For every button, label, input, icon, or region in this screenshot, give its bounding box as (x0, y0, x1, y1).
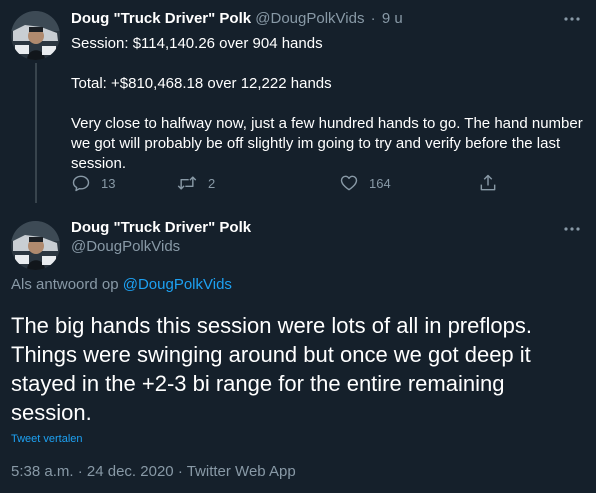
main-tweet-text: The big hands this session were lots of … (11, 313, 532, 425)
separator: · (77, 463, 83, 480)
retweet-icon (177, 176, 197, 190)
retweet-button[interactable]: 2 (176, 172, 215, 194)
like-icon (340, 175, 358, 191)
tweet-thread: Doug "Truck Driver" Polk @DougPolkVids ·… (0, 0, 596, 493)
separator: · (177, 463, 183, 480)
share-button[interactable] (478, 172, 498, 194)
handle[interactable]: @DougPolkVids (255, 10, 364, 27)
display-name[interactable]: Doug "Truck Driver" Polk (71, 218, 251, 238)
tweet-timestamp: 5:38 a.m. · 24 dec. 2020 · Twitter Web A… (11, 462, 296, 482)
translate-link[interactable]: Tweet vertalen (11, 432, 83, 446)
reply-prefix: Als antwoord op (11, 276, 119, 293)
avatar[interactable] (11, 221, 60, 270)
more-options-button[interactable] (561, 12, 583, 26)
reply-count: 13 (101, 175, 116, 191)
separator: · (370, 10, 376, 27)
like-count: 164 (369, 175, 391, 191)
share-icon (480, 174, 496, 191)
avatar[interactable] (11, 11, 60, 60)
avatar-image (11, 11, 60, 60)
tweet-actions: 13 2 164 (71, 172, 501, 194)
reply-to-link[interactable]: @DougPolkVids (123, 276, 232, 293)
update-line: Very close to halfway now, just a few hu… (71, 115, 583, 172)
more-horizontal-icon (564, 227, 580, 231)
thread-connector-line (35, 63, 37, 203)
session-line: Session: $114,140.26 over 904 hands (71, 35, 323, 52)
reply-icon (72, 175, 90, 192)
tweet-time[interactable]: 9 u (382, 10, 403, 27)
tweet-client[interactable]: Twitter Web App (187, 463, 296, 480)
more-horizontal-icon (564, 17, 580, 21)
like-button[interactable]: 164 (339, 172, 391, 194)
tweet-time[interactable]: 5:38 a.m. (11, 463, 74, 480)
tweet-date[interactable]: 24 dec. 2020 (87, 463, 174, 480)
reply-context: Als antwoord op @DougPolkVids (11, 275, 232, 295)
handle[interactable]: @DougPolkVids (71, 237, 180, 257)
more-options-button[interactable] (561, 222, 583, 236)
total-line: Total: +$810,468.18 over 12,222 hands (71, 75, 332, 92)
previous-tweet[interactable]: Doug "Truck Driver" Polk @DougPolkVids ·… (0, 0, 596, 203)
reply-button[interactable]: 13 (71, 172, 115, 194)
tweet-text: Session: $114,140.26 over 904 hands Tota… (71, 34, 583, 174)
avatar-image (11, 221, 60, 270)
tweet-header: Doug "Truck Driver" Polk @DougPolkVids ·… (71, 9, 403, 29)
display-name[interactable]: Doug "Truck Driver" Polk (71, 10, 251, 27)
retweet-count: 2 (208, 175, 216, 191)
